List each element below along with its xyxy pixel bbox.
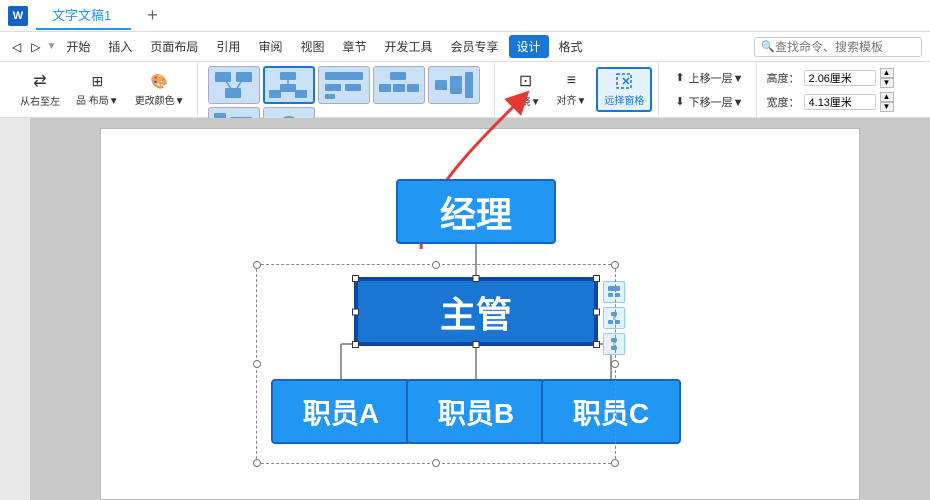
page-area: 经理 主管 bbox=[30, 118, 930, 500]
width-input[interactable] bbox=[804, 94, 876, 110]
left-margin bbox=[0, 118, 30, 500]
menu-design[interactable]: 设计 bbox=[509, 35, 549, 58]
toolbar: ⇄ 从右至左 ⊞ 品 布局▼ 🎨 更改颜色▼ bbox=[0, 62, 930, 118]
height-spinner: ▲ ▼ bbox=[880, 68, 894, 88]
manager-box[interactable]: 经理 bbox=[396, 179, 556, 244]
move-down-button[interactable]: ⬇ 下移一层▼ bbox=[669, 91, 749, 113]
menu-start[interactable]: 开始 bbox=[58, 35, 98, 58]
smartart-move[interactable] bbox=[603, 333, 625, 355]
width-up-button[interactable]: ▲ bbox=[880, 92, 894, 102]
search-icon: 🔍 bbox=[761, 40, 775, 53]
shape-thumb-2[interactable] bbox=[263, 66, 315, 104]
height-input[interactable] bbox=[804, 70, 876, 86]
rtl-button[interactable]: ⇄ 从右至左 bbox=[14, 68, 66, 111]
height-down-button[interactable]: ▼ bbox=[880, 78, 894, 88]
search-input[interactable] bbox=[775, 40, 915, 54]
width-label: 宽度： bbox=[767, 94, 800, 110]
menu-layout[interactable]: 页面布局 bbox=[142, 35, 206, 58]
rtl-icon: ⇄ bbox=[33, 71, 46, 91]
up-layer-icon: ⬆ bbox=[675, 71, 684, 84]
menu-bar: ◁ ▷ ▼ 开始 插入 页面布局 引用 审阅 视图 章节 开发工具 会员专享 设… bbox=[0, 32, 930, 62]
wrap-button[interactable]: ⊡ 环绕▼ bbox=[505, 68, 547, 111]
height-up-button[interactable]: ▲ bbox=[880, 68, 894, 78]
shape-thumb-5[interactable] bbox=[428, 66, 480, 104]
document-page: 经理 主管 bbox=[100, 128, 860, 500]
move-up-button[interactable]: ⬆ 上移一层▼ bbox=[669, 67, 749, 89]
app-icon: W bbox=[8, 6, 28, 26]
shape-thumb-1[interactable] bbox=[208, 66, 260, 104]
select-pane-icon bbox=[615, 72, 633, 90]
undo-button[interactable]: ◁ bbox=[8, 38, 25, 56]
doc-tab[interactable]: 文字文稿1 bbox=[36, 1, 131, 30]
layout-button[interactable]: ⊞ 品 布局▼ bbox=[70, 70, 125, 110]
align-icon: ≡ bbox=[567, 72, 576, 90]
smartart-add-child[interactable] bbox=[603, 307, 625, 329]
menu-ref[interactable]: 引用 bbox=[208, 35, 248, 58]
align-button[interactable]: ≡ 对齐▼ bbox=[551, 69, 593, 110]
toolbar-size-section: 高度： ▲ ▼ 宽度： ▲ ▼ bbox=[761, 62, 900, 117]
menu-dev[interactable]: 开发工具 bbox=[376, 35, 440, 58]
smartart-panel bbox=[603, 281, 625, 355]
supervisor-box[interactable]: 主管 bbox=[356, 279, 596, 344]
add-tab-button[interactable]: + bbox=[139, 5, 166, 26]
employee-c-box[interactable]: 职员C bbox=[541, 379, 681, 444]
menu-chapter[interactable]: 章节 bbox=[334, 35, 374, 58]
org-chart: 经理 主管 bbox=[241, 169, 721, 479]
toolbar-layout-section: ⇄ 从右至左 ⊞ 品 布局▼ 🎨 更改颜色▼ bbox=[8, 62, 198, 117]
width-row: 宽度： ▲ ▼ bbox=[767, 92, 894, 112]
employee-a-box[interactable]: 职员A bbox=[271, 379, 411, 444]
title-bar: W 文字文稿1 + bbox=[0, 0, 930, 32]
change-color-button[interactable]: 🎨 更改颜色▼ bbox=[129, 70, 191, 110]
width-down-button[interactable]: ▼ bbox=[880, 102, 894, 112]
shape-gallery-section: 1 ▼ bbox=[202, 62, 495, 117]
width-spinner: ▲ ▼ bbox=[880, 92, 894, 112]
sel-handle-mr[interactable] bbox=[611, 360, 619, 368]
shape-thumb-3[interactable] bbox=[318, 66, 370, 104]
employee-b-box[interactable]: 职员B bbox=[406, 379, 546, 444]
down-layer-icon: ⬇ bbox=[675, 95, 684, 108]
sel-handle-tl[interactable] bbox=[253, 261, 261, 269]
menu-view[interactable]: 视图 bbox=[292, 35, 332, 58]
search-bar[interactable]: 🔍 bbox=[754, 37, 922, 57]
menu-insert[interactable]: 插入 bbox=[100, 35, 140, 58]
main-content: 经理 主管 bbox=[0, 118, 930, 500]
toolbar-layer-section: ⬆ 上移一层▼ ⬇ 下移一层▼ bbox=[663, 62, 756, 117]
sel-handle-br[interactable] bbox=[611, 459, 619, 467]
layout-icon: ⊞ bbox=[91, 73, 103, 90]
toolbar-wrap-section: ⊡ 环绕▼ ≡ 对齐▼ 远择窗格 bbox=[499, 62, 660, 117]
menu-review[interactable]: 审阅 bbox=[250, 35, 290, 58]
height-label: 高度： bbox=[767, 70, 800, 86]
shape-thumb-4[interactable] bbox=[373, 66, 425, 104]
menu-vip[interactable]: 会员专享 bbox=[443, 35, 507, 58]
smartart-add-above[interactable] bbox=[603, 281, 625, 303]
sel-handle-tm[interactable] bbox=[432, 261, 440, 269]
menu-format[interactable]: 格式 bbox=[551, 35, 591, 58]
select-pane-button[interactable]: 远择窗格 bbox=[596, 67, 652, 112]
wrap-icon: ⊡ bbox=[519, 71, 532, 91]
sel-handle-bl[interactable] bbox=[253, 459, 261, 467]
sel-handle-tr[interactable] bbox=[611, 261, 619, 269]
redo-button[interactable]: ▷ bbox=[27, 38, 44, 56]
sel-handle-bm[interactable] bbox=[432, 459, 440, 467]
sel-handle-ml[interactable] bbox=[253, 360, 261, 368]
height-row: 高度： ▲ ▼ bbox=[767, 68, 894, 88]
color-icon: 🎨 bbox=[151, 73, 168, 90]
